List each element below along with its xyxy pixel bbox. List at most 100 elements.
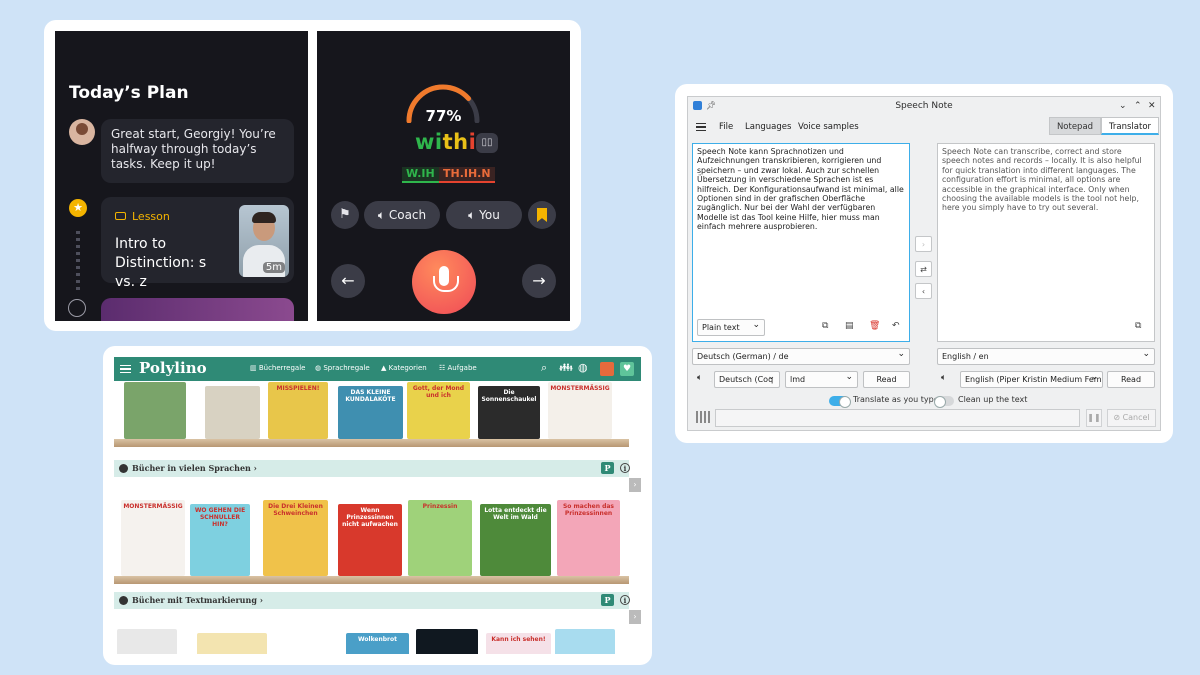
menu-languages[interactable]: Languages xyxy=(745,122,791,132)
book-cover[interactable] xyxy=(117,629,177,654)
book-cover[interactable]: Lotta entdeckt die Welt im Wald xyxy=(480,504,551,576)
scroll-right-icon[interactable]: › xyxy=(629,478,641,492)
translate-as-you-type-toggle[interactable] xyxy=(829,396,851,408)
tab-translator[interactable]: Translator xyxy=(1101,117,1159,135)
target-voice-select[interactable]: English (Piper Kristin Medium Fema xyxy=(960,371,1103,388)
categories-icon: ▲ xyxy=(381,364,389,372)
arrow-right-icon[interactable]: → xyxy=(522,264,556,298)
lesson-card[interactable]: Lesson Intro to Distinction: s vs. z 5m xyxy=(101,197,294,290)
coach-audio-button[interactable]: 🔈︎ Coach xyxy=(364,201,440,229)
globe-icon[interactable]: ◍ xyxy=(578,361,588,374)
menu-file[interactable]: File xyxy=(719,122,733,132)
trash-icon[interactable]: 🗑︎ xyxy=(869,321,880,331)
next-lesson-card[interactable] xyxy=(101,298,294,321)
book-title: MONSTERMÄSSIG xyxy=(550,385,610,392)
book-cover[interactable]: Wolkenbrot xyxy=(346,633,409,654)
paste-icon[interactable]: ▤ xyxy=(845,321,854,331)
logo[interactable]: Polylino xyxy=(139,359,207,377)
format-select[interactable]: Plain text xyxy=(697,319,765,336)
translated-text-area[interactable]: Speech Note can transcribe, correct and … xyxy=(937,143,1155,342)
lesson-thumbnail: 5m xyxy=(239,205,289,277)
undo-icon[interactable]: ↶ xyxy=(892,321,900,331)
book-cover[interactable]: Die Drei Kleinen Schweinchen xyxy=(263,500,328,576)
family-icon[interactable]: 👪︎ xyxy=(559,361,573,374)
bookmark-icon[interactable] xyxy=(528,201,556,229)
translate-forward-icon[interactable]: › xyxy=(915,236,932,252)
word-part-1: wi xyxy=(415,130,443,154)
copy-icon[interactable]: ⧉ xyxy=(822,321,828,331)
person-icon xyxy=(119,596,128,605)
book-cover[interactable] xyxy=(416,629,478,654)
profile-icon[interactable] xyxy=(600,362,614,376)
book-cover[interactable]: WO GEHEN DIE SCHNULLER HIN? xyxy=(190,504,250,576)
p-badge[interactable]: P xyxy=(601,462,614,474)
nav-bookshelves[interactable]: ▥ Bücherregale xyxy=(250,364,305,372)
heart-icon[interactable]: ♥ xyxy=(620,362,634,376)
nav-tasks[interactable]: ☷ Aufgabe xyxy=(439,364,477,372)
info-icon[interactable]: i xyxy=(620,463,630,473)
hamburger-icon[interactable] xyxy=(696,123,706,131)
source-language-select[interactable]: Deutsch (German) / de xyxy=(692,348,910,365)
read-source-button[interactable]: Read xyxy=(863,371,910,388)
speech-note-card: 📌︎ Speech Note ⌄ ⌃ ✕ File Languages Voic… xyxy=(675,84,1173,443)
list-icon: ☷ xyxy=(439,364,448,372)
scroll-right-icon[interactable]: › xyxy=(629,610,641,624)
book-title: Wolkenbrot xyxy=(358,636,397,643)
book-title: So machen das Prinzessinnen xyxy=(562,503,614,517)
tab-notepad[interactable]: Notepad xyxy=(1049,117,1101,135)
book-cover[interactable]: Gott, der Mond und ich xyxy=(407,382,470,439)
pause-button[interactable]: ❚❚ xyxy=(1086,409,1102,427)
coach-avatar xyxy=(69,119,95,145)
dictionary-icon[interactable]: ▯▯ xyxy=(476,133,498,153)
book-cover[interactable] xyxy=(555,629,615,654)
globe-icon xyxy=(119,464,128,473)
book-cover[interactable]: Prinzessin xyxy=(408,500,472,576)
nav-language-shelves[interactable]: ◍ Sprachregale xyxy=(315,364,370,372)
source-text-area[interactable]: Speech Note kann Sprachnotizen und Aufze… xyxy=(692,143,910,342)
arrow-left-icon[interactable]: ← xyxy=(331,264,365,298)
read-target-button[interactable]: Read xyxy=(1107,371,1155,388)
practice-screen: 77% within ▯▯ W.IH TH.IH.N ⚑ 🔈︎ Coach 🔈︎… xyxy=(317,31,570,321)
nav-categories[interactable]: ▲ Kategorien xyxy=(381,364,427,372)
speaker-icon: 🔈︎ xyxy=(697,373,703,383)
book-cover[interactable] xyxy=(205,386,260,439)
menu-voice-samples[interactable]: Voice samples xyxy=(798,122,859,132)
title-bar: 📌︎ Speech Note ⌄ ⌃ ✕ xyxy=(688,97,1160,115)
p-badge[interactable]: P xyxy=(601,594,614,606)
section-header-highlighting[interactable]: Bücher mit Textmarkierung › P i xyxy=(114,592,630,609)
source-voice-select[interactable]: Deutsch (Coq xyxy=(714,371,780,388)
info-icon[interactable]: i xyxy=(620,595,630,605)
book-cover[interactable]: MONSTERMÄSSIG xyxy=(548,382,612,439)
you-audio-button[interactable]: 🔈︎ You xyxy=(446,201,522,229)
search-icon[interactable]: ⌕ xyxy=(541,361,547,375)
translate-back-icon[interactable]: ‹ xyxy=(915,283,932,299)
hamburger-icon[interactable] xyxy=(120,365,131,373)
top-nav: Polylino ▥ Bücherregale ◍ Sprachregale ▲… xyxy=(114,357,641,381)
book-cover[interactable]: MONSTERMÄSSIG xyxy=(121,500,185,576)
target-language-select[interactable]: English / en xyxy=(937,348,1155,365)
speaker-icon: 🔈︎ xyxy=(468,208,480,222)
book-cover[interactable]: So machen das Prinzessinnen xyxy=(557,500,620,576)
clean-up-text-toggle[interactable] xyxy=(934,396,954,408)
swap-icon[interactable]: ⇄ xyxy=(915,261,932,277)
book-cover[interactable]: Wenn Prinzessinnen nicht aufwachen xyxy=(338,504,402,576)
book-cover[interactable]: DAS KLEINE KUNDALAKÖTE xyxy=(338,386,403,439)
book-cover[interactable]: Kann ich sehen! xyxy=(486,633,551,654)
star-icon: ★ xyxy=(69,199,87,217)
book-cover[interactable]: MISSPIELEN! xyxy=(268,382,328,439)
microphone-button[interactable] xyxy=(412,250,476,314)
book-cover[interactable] xyxy=(124,382,186,439)
section-header-languages[interactable]: Bücher in vielen Sprachen › P i xyxy=(114,460,630,477)
source-model-select[interactable]: lmd xyxy=(785,371,858,388)
video-icon xyxy=(115,212,126,220)
copy-icon[interactable]: ⧉ xyxy=(1135,321,1141,331)
chevron-up-icon[interactable]: ⌃ xyxy=(1134,97,1142,115)
chevron-down-icon[interactable]: ⌄ xyxy=(1119,97,1127,115)
flag-icon[interactable]: ⚑ xyxy=(331,201,359,229)
close-icon[interactable]: ✕ xyxy=(1148,97,1156,115)
coach-label: Coach xyxy=(388,208,427,222)
cancel-button[interactable]: ⊘ Cancel xyxy=(1107,409,1156,427)
book-cover[interactable] xyxy=(274,629,340,654)
book-cover[interactable] xyxy=(197,633,267,654)
book-cover[interactable]: Die Sonnenschaukel xyxy=(478,386,540,439)
